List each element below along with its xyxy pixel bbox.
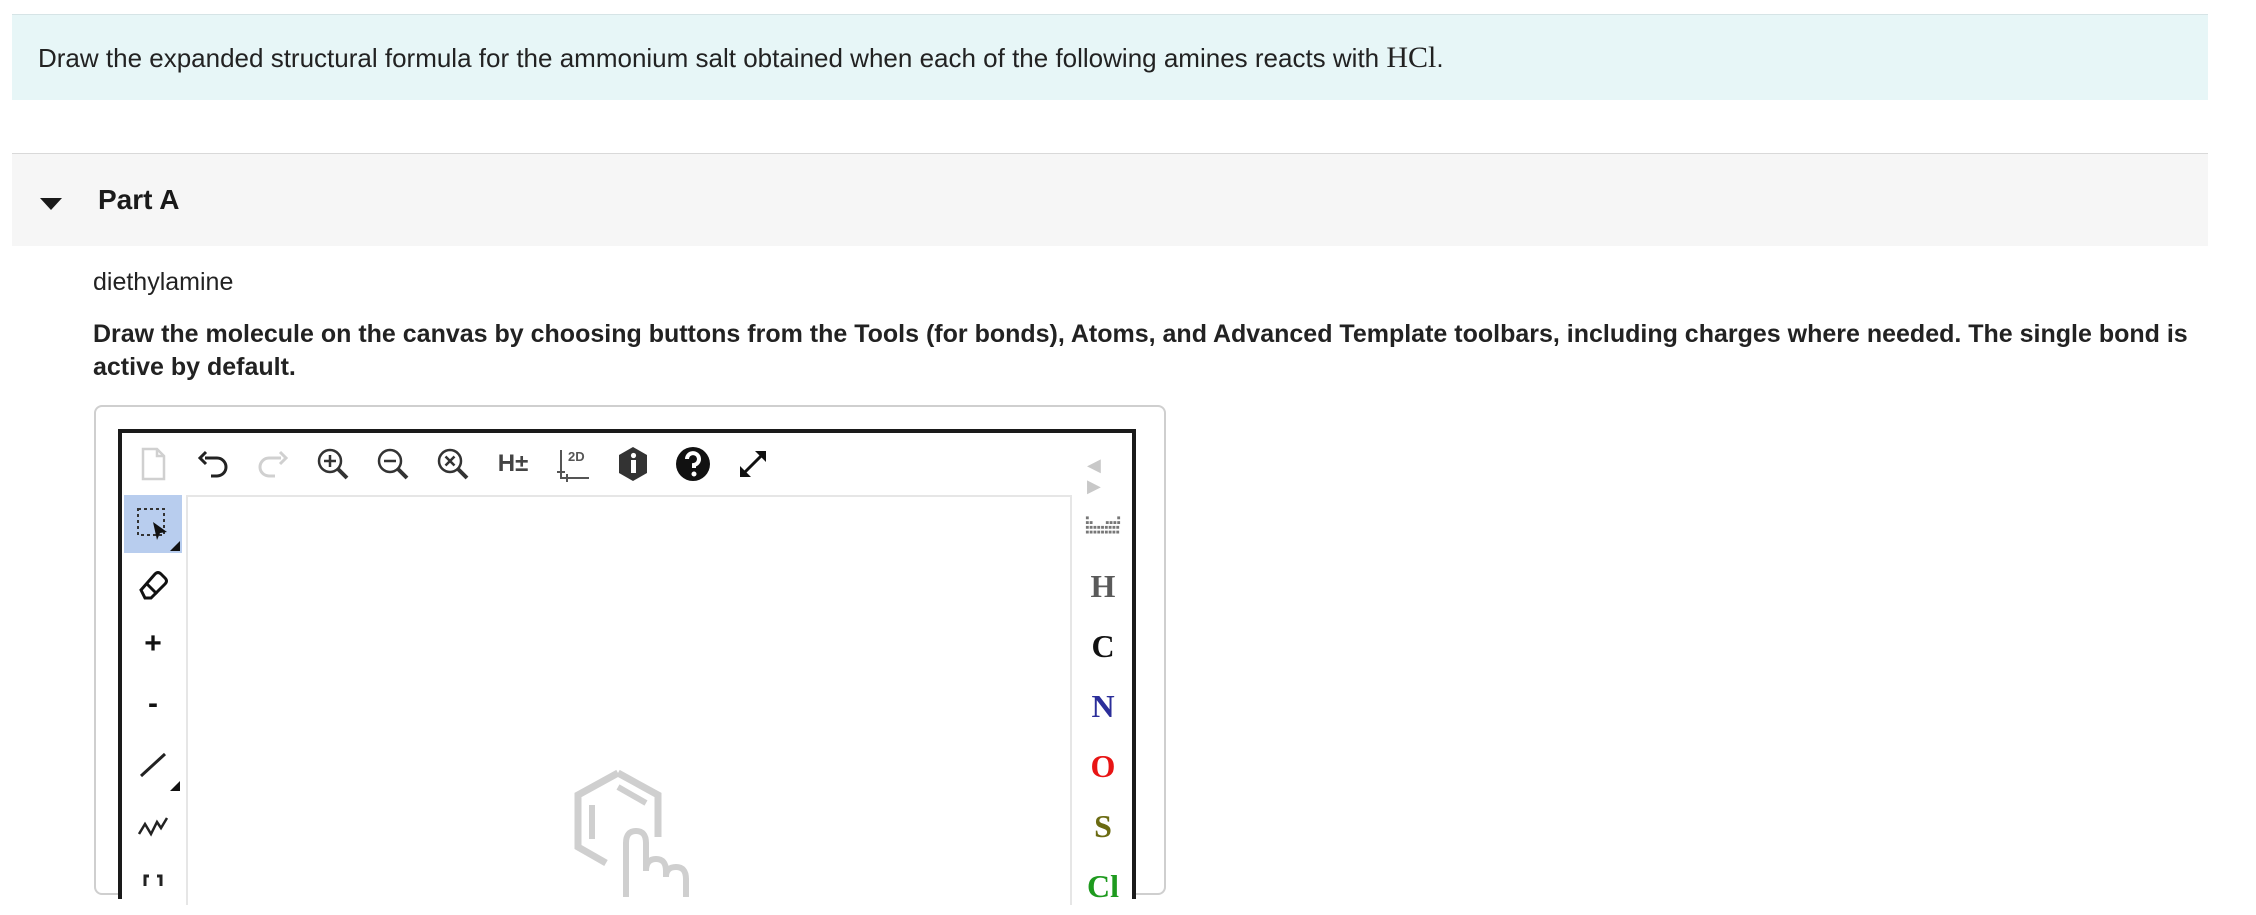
toolbar-scroll-arrows[interactable]: ◀ ▶ (1087, 455, 1132, 497)
charge-minus-button[interactable]: - (124, 675, 182, 733)
clean-2d-icon: 2D (557, 449, 589, 482)
erase-tool-button[interactable] (124, 555, 182, 613)
charge-minus-label: - (148, 687, 158, 720)
atom-h-button[interactable]: H (1074, 557, 1132, 615)
submenu-corner-icon (170, 781, 180, 791)
zoom-reset-button[interactable] (430, 441, 476, 487)
atom-o-button[interactable]: O (1074, 737, 1132, 795)
bracket-icon (143, 874, 163, 886)
atom-s-label: S (1094, 807, 1112, 844)
zoom-out-button[interactable] (370, 441, 416, 487)
new-document-icon (141, 447, 166, 481)
hexagon-hand-icon (574, 769, 689, 897)
select-rectangle-icon (137, 508, 167, 540)
atom-c-label: C (1091, 627, 1115, 664)
editor-frame: H± 2D ◀ ▶ + - H C N O S Cl (94, 405, 1166, 905)
submenu-corner-icon (170, 541, 180, 551)
left-toolbar: + - (122, 495, 184, 905)
top-toolbar: H± 2D ◀ ▶ (122, 433, 1132, 497)
chain-tool-button[interactable] (124, 795, 182, 853)
single-bond-button[interactable] (124, 735, 182, 793)
periodic-table-icon (1085, 516, 1121, 534)
question-prompt: Draw the expanded structural formula for… (38, 43, 1387, 73)
select-tool-button[interactable] (124, 495, 182, 553)
charge-plus-label: + (144, 627, 162, 660)
question-formula: HCl (1386, 41, 1437, 74)
atom-c-button[interactable]: C (1074, 617, 1132, 675)
undo-icon (197, 450, 228, 478)
undo-button[interactable] (190, 441, 236, 487)
help-button[interactable] (670, 441, 716, 487)
question-punct: . (1436, 43, 1444, 73)
zoom-reset-icon (437, 448, 469, 480)
question-box: Draw the expanded structural formula for… (12, 14, 2208, 100)
periodic-table-button[interactable] (1074, 495, 1132, 553)
h-toggle-label: H± (497, 450, 529, 477)
instructions: Draw the molecule on the canvas by choos… (93, 320, 2188, 381)
canvas-placeholder (566, 767, 696, 912)
eraser-icon (139, 571, 168, 600)
clean-2d-label: 2D (568, 449, 585, 464)
redo-icon (258, 450, 289, 478)
drawing-canvas[interactable] (186, 495, 1072, 905)
atom-cl-label: Cl (1087, 867, 1119, 904)
charge-plus-button[interactable]: + (124, 615, 182, 673)
atom-o-label: O (1090, 747, 1116, 784)
atoms-toolbar: H C N O S Cl (1074, 495, 1132, 905)
part-header[interactable]: Part A (12, 154, 2208, 246)
zoom-in-button[interactable] (310, 441, 356, 487)
redo-button[interactable] (250, 441, 296, 487)
toggle-hydrogens-button[interactable]: H± (490, 441, 536, 487)
zoom-in-icon (317, 448, 349, 480)
amine-name: diethylamine (93, 268, 234, 296)
clean-2d-button[interactable]: 2D (550, 441, 596, 487)
question-text: Draw the expanded structural formula for… (38, 41, 1444, 75)
help-icon (676, 447, 710, 481)
info-icon (619, 447, 647, 481)
part-title: Part A (98, 184, 180, 215)
atom-cl-button[interactable]: Cl (1074, 857, 1132, 915)
atom-n-label: N (1091, 687, 1115, 724)
chain-icon (137, 817, 169, 837)
molecule-editor: H± 2D ◀ ▶ + - H C N O S Cl (118, 429, 1136, 905)
zoom-out-icon (377, 448, 409, 480)
bracket-tool-button[interactable] (124, 855, 182, 913)
new-document-button[interactable] (130, 441, 176, 487)
single-bond-icon (139, 752, 167, 778)
fullscreen-icon (740, 451, 766, 477)
atom-h-label: H (1090, 567, 1116, 604)
atom-s-button[interactable]: S (1074, 797, 1132, 855)
atom-n-button[interactable]: N (1074, 677, 1132, 735)
fullscreen-button[interactable] (730, 441, 776, 487)
collapse-caret-icon[interactable] (40, 198, 62, 210)
info-button[interactable] (610, 441, 656, 487)
